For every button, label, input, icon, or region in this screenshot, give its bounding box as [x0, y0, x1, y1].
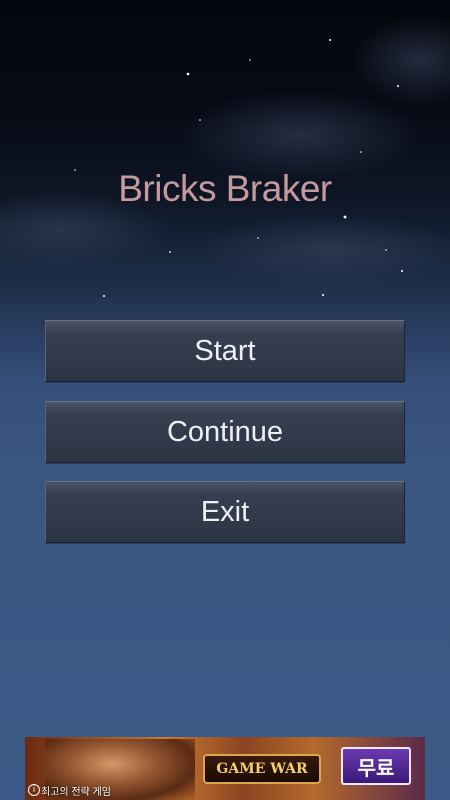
- ad-caption: 최고의 전략 게임: [41, 787, 111, 798]
- exit-button[interactable]: Exit: [45, 481, 405, 543]
- ad-free-button[interactable]: 무료: [341, 747, 411, 785]
- ad-banner[interactable]: GAME WAR 무료 i 최고의 전략 게임: [25, 737, 425, 800]
- info-icon[interactable]: i: [28, 784, 40, 796]
- ad-logo-text: GAME WAR: [216, 761, 308, 777]
- continue-button[interactable]: Continue: [45, 401, 405, 463]
- ad-logo: GAME WAR: [203, 754, 321, 784]
- game-title: Bricks Braker: [118, 168, 332, 209]
- start-button[interactable]: Start: [45, 320, 405, 382]
